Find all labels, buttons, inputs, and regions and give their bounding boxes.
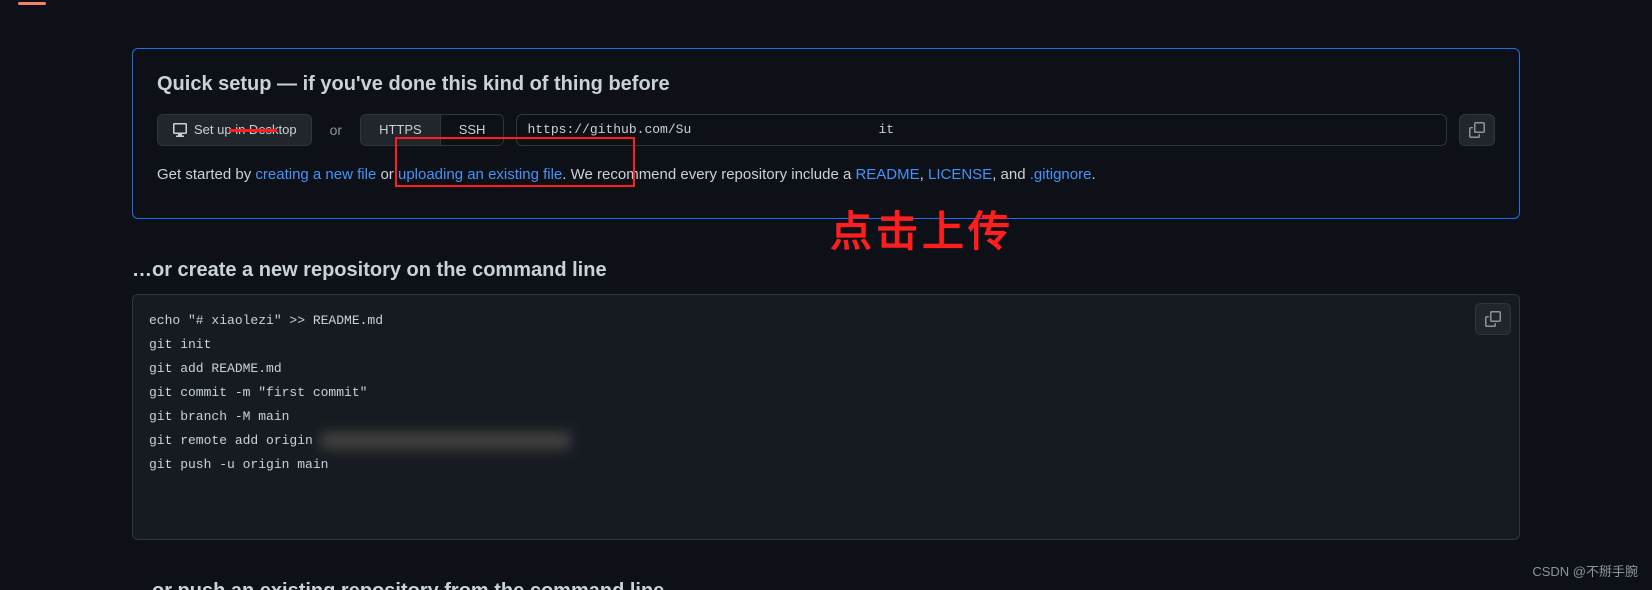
desktop-icon (172, 122, 188, 138)
clone-url-input[interactable] (516, 114, 1447, 146)
desc-text: . We recommend every repository include … (562, 166, 855, 183)
desc-text: , and (992, 166, 1030, 183)
copy-url-button[interactable] (1459, 114, 1495, 146)
or-label: or (330, 122, 342, 138)
desc-text: or (376, 166, 398, 183)
push-repo-title: …or push an existing repository from the… (132, 580, 1520, 590)
https-button[interactable]: HTTPS (361, 115, 440, 145)
quick-setup-title: Quick setup — if you've done this kind o… (157, 73, 1495, 96)
copy-icon (1469, 122, 1485, 138)
code-text: echo "# xiaolezi" >> README.md git init … (149, 313, 383, 448)
quick-setup-box: Quick setup — if you've done this kind o… (132, 48, 1520, 219)
desc-text: . (1091, 166, 1095, 183)
readme-link[interactable]: README (855, 166, 919, 183)
code-text: git push -u origin main (149, 457, 328, 472)
gitignore-link[interactable]: .gitignore (1030, 166, 1092, 183)
copy-icon (1485, 311, 1501, 327)
active-tab-indicator (18, 2, 46, 5)
create-repo-code[interactable]: echo "# xiaolezi" >> README.md git init … (132, 294, 1520, 540)
setup-desktop-button[interactable]: Set up in Desktop (157, 114, 312, 146)
create-repo-title: …or create a new repository on the comma… (132, 259, 1520, 282)
redacted-origin: ████████████████████████████████ (321, 429, 571, 453)
watermark: CSDN @不掰手腕 (1532, 561, 1638, 580)
license-link[interactable]: LICENSE (928, 166, 992, 183)
protocol-toggle: HTTPS SSH (360, 114, 504, 146)
create-file-link[interactable]: creating a new file (255, 166, 376, 183)
desc-text: , (920, 166, 928, 183)
ssh-button[interactable]: SSH (440, 115, 504, 145)
upload-file-link[interactable]: uploading an existing file (398, 166, 562, 183)
quick-setup-description: Get started by creating a new file or up… (157, 166, 1495, 183)
desc-text: Get started by (157, 166, 255, 183)
copy-create-code-button[interactable] (1475, 303, 1511, 335)
setup-desktop-label: Set up in Desktop (194, 120, 297, 140)
quick-setup-row: Set up in Desktop or HTTPS SSH (157, 114, 1495, 146)
